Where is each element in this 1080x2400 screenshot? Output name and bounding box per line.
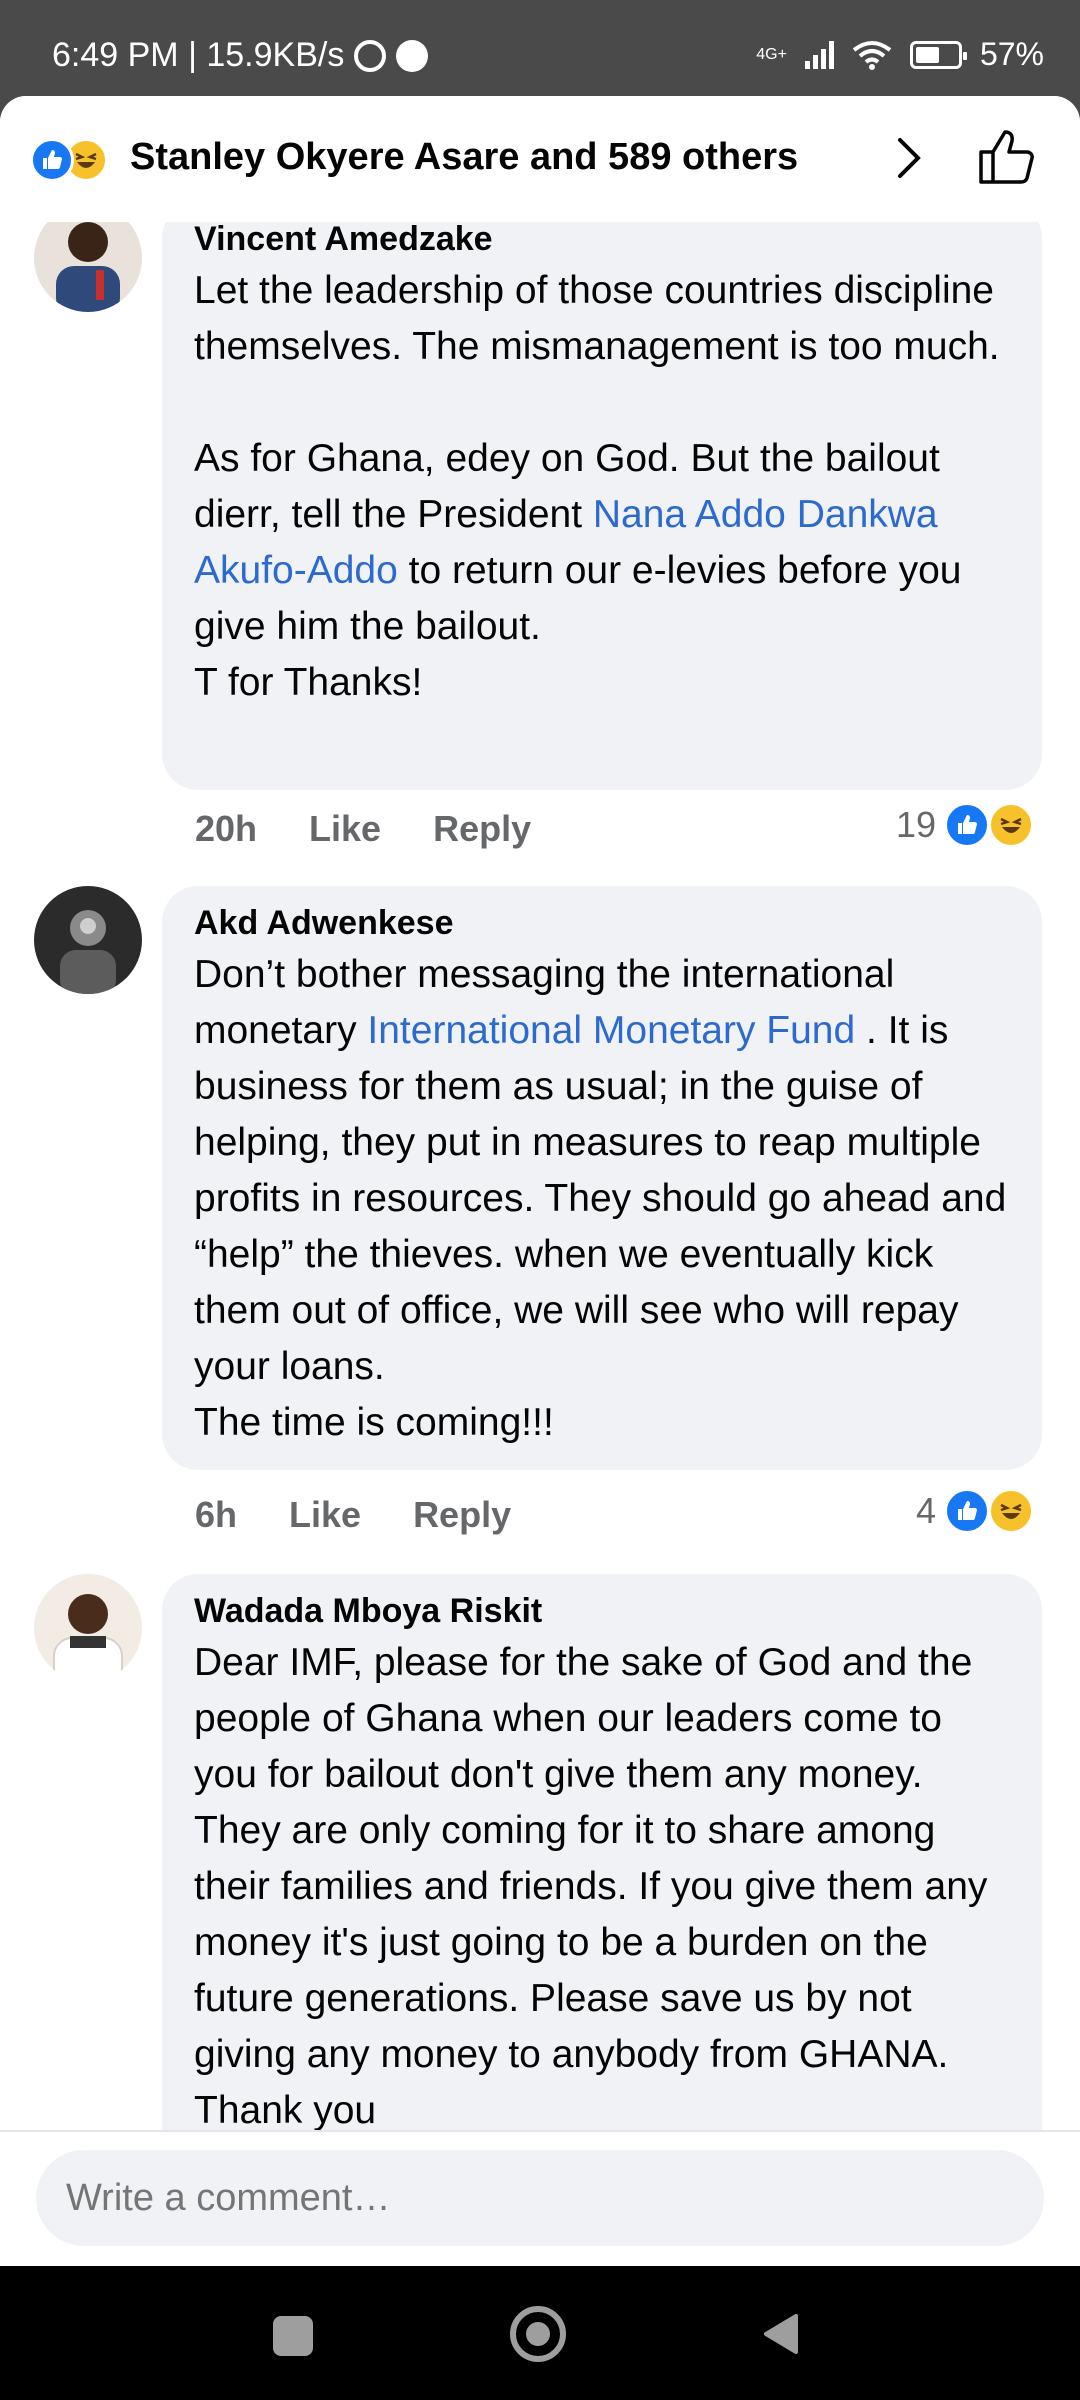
reaction-icons <box>30 138 108 182</box>
recents-button[interactable] <box>273 2316 313 2356</box>
reaction-count[interactable]: 19 <box>896 802 1042 848</box>
thumbs-up-outline-icon[interactable] <box>975 126 1037 188</box>
comment-bubble[interactable]: Akd Adwenkese Don’t bother messaging the… <box>162 886 1042 1470</box>
avatar[interactable] <box>34 886 142 994</box>
home-button[interactable] <box>510 2306 566 2362</box>
comment-text: Don’t bother messaging the international… <box>194 947 1012 1451</box>
battery-percent: 57% <box>979 36 1044 72</box>
chevron-right-icon[interactable] <box>890 132 930 184</box>
comment-actions: 20h Like Reply <box>195 808 531 850</box>
reactions-header[interactable]: Stanley Okyere Asare and 589 others <box>0 96 1080 222</box>
laughing-face-icon <box>988 1488 1034 1534</box>
avatar[interactable] <box>34 1574 142 1682</box>
comment-text-part: T for Thanks! <box>194 661 423 704</box>
like-button[interactable]: Like <box>309 808 381 850</box>
comment-composer <box>0 2130 1080 2266</box>
comment-text: Let the leadership of those countries di… <box>194 263 1012 711</box>
laughing-face-icon <box>988 802 1034 848</box>
battery-fill <box>915 46 939 63</box>
thumbs-up-icon <box>944 802 990 848</box>
comment-text-part: Let the leadership of those countries di… <box>194 269 1000 368</box>
comment-time: 20h <box>195 808 258 849</box>
thumbs-up-icon <box>944 1488 990 1534</box>
signal-icon <box>804 40 834 69</box>
comment-author[interactable]: Akd Adwenkese <box>194 904 1012 943</box>
like-button[interactable]: Like <box>289 1494 361 1536</box>
comment-text: Dear IMF, please for the sake of God and… <box>194 1641 988 2132</box>
status-bar-right: 4G+ 57% <box>756 36 1044 73</box>
status-bar: 6:49 PM | 15.9KB/s 4G+ 57% <box>0 0 1080 96</box>
whatsapp-icon <box>396 39 429 72</box>
comments-sheet: Stanley Okyere Asare and 589 others Vinc… <box>0 96 1080 2266</box>
reactions-summary: Stanley Okyere Asare and 589 others <box>130 136 799 178</box>
comment-author[interactable]: Vincent Amedzake <box>194 220 1012 259</box>
mention-link[interactable]: International Monetary Fund <box>367 1009 855 1052</box>
status-bar-left: 6:49 PM | 15.9KB/s <box>52 36 429 75</box>
system-nav-bar <box>0 2266 1080 2400</box>
comment-input[interactable] <box>36 2150 1044 2246</box>
comment-text-part: The time is coming!!! <box>194 1401 554 1444</box>
wifi-icon <box>852 40 892 70</box>
battery-icon <box>909 40 967 69</box>
alarm-icon <box>354 39 387 72</box>
reaction-count-number: 4 <box>915 1490 936 1531</box>
comment-text-part: . It is business for them as usual; in t… <box>194 1009 1007 1388</box>
thumbs-up-icon <box>30 138 74 182</box>
reaction-count[interactable]: 4 <box>916 1488 1042 1534</box>
reply-button[interactable]: Reply <box>433 808 531 850</box>
comment-author[interactable]: Wadada Mboya Riskit <box>194 1592 1012 1631</box>
status-time-speed: 6:49 PM | 15.9KB/s <box>52 36 345 74</box>
reaction-count-number: 19 <box>895 804 936 845</box>
comment-time: 6h <box>195 1494 238 1535</box>
reply-button[interactable]: Reply <box>413 1494 511 1536</box>
back-button[interactable] <box>760 2312 800 2356</box>
comment-actions: 6h Like Reply <box>195 1494 511 1536</box>
network-type: 4G+ <box>756 45 787 63</box>
comment-bubble[interactable]: Vincent Amedzake Let the leadership of t… <box>162 202 1042 790</box>
